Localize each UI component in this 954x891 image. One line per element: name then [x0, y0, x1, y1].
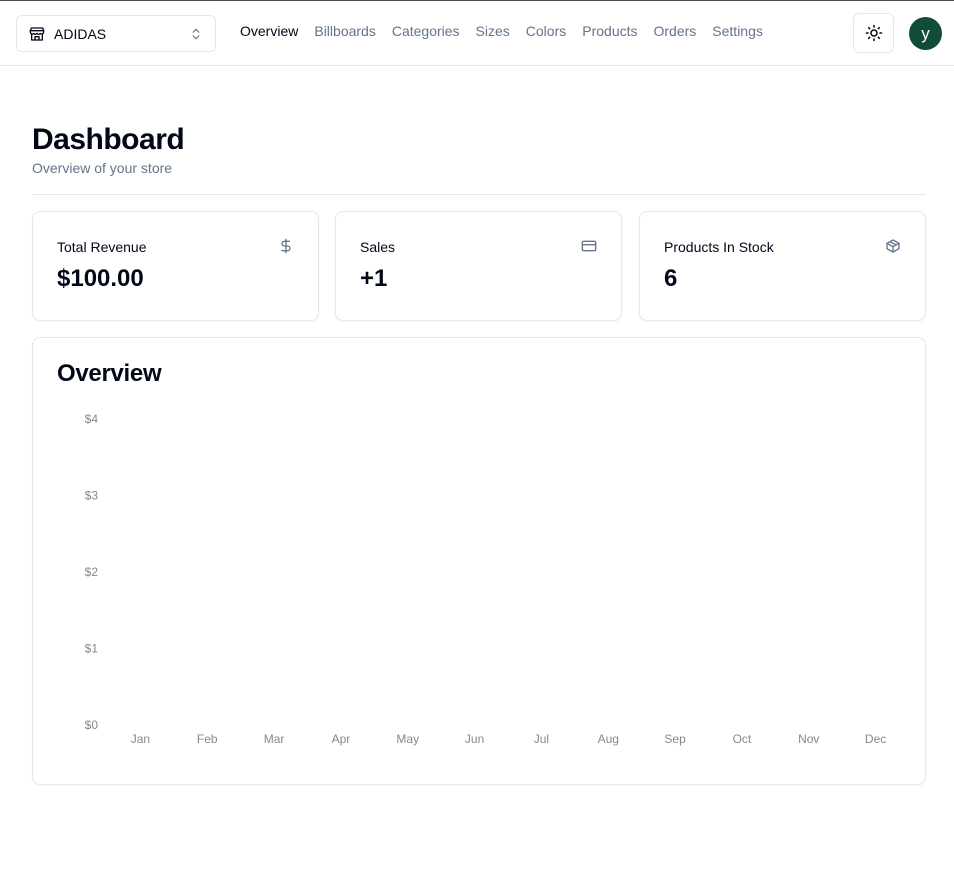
page-subtitle: Overview of your store — [32, 160, 173, 176]
stat-card-total-revenue: Total Revenue $100.00 — [32, 211, 319, 321]
x-axis-tick-label: Feb — [197, 732, 218, 746]
stat-value: +1 — [360, 265, 388, 292]
chevrons-up-down-icon — [189, 27, 203, 41]
x-axis-tick-label: May — [396, 732, 419, 746]
x-axis-tick-label: Oct — [733, 732, 752, 746]
stat-title: Products In Stock — [664, 239, 774, 255]
page-heading: Dashboard Overview of your store — [32, 122, 185, 176]
package-icon — [885, 238, 901, 254]
store-switcher[interactable]: ADIDAS — [16, 15, 216, 52]
stat-value: 6 — [664, 265, 678, 292]
stat-title: Total Revenue — [57, 239, 147, 255]
stat-card-products-in-stock: Products In Stock 6 — [639, 211, 926, 321]
x-axis-tick-label: Jan — [131, 732, 150, 746]
nav-link-colors[interactable]: Colors — [526, 23, 566, 39]
y-axis-tick-label: $3 — [85, 489, 99, 503]
stat-card-sales: Sales +1 — [335, 211, 622, 321]
dollar-sign-icon — [278, 238, 294, 254]
stat-value: $100.00 — [57, 265, 144, 292]
store-icon — [29, 26, 45, 42]
x-axis-tick-label: Nov — [798, 732, 819, 746]
x-axis-tick-label: Mar — [264, 732, 285, 746]
x-axis-tick-label: Jun — [465, 732, 484, 746]
user-avatar[interactable]: y — [909, 17, 942, 50]
y-axis-tick-label: $0 — [85, 718, 99, 732]
x-axis-tick-label: Dec — [865, 732, 886, 746]
sun-icon — [865, 24, 882, 42]
y-axis-tick-label: $2 — [85, 565, 99, 579]
theme-toggle-button[interactable] — [853, 13, 894, 53]
x-axis-tick-label: Apr — [332, 732, 351, 746]
nav-link-categories[interactable]: Categories — [392, 23, 460, 39]
main-nav: Overview Billboards Categories Sizes Col… — [240, 23, 779, 39]
credit-card-icon — [581, 238, 597, 254]
x-axis-tick-label: Aug — [598, 732, 619, 746]
heading-separator — [32, 194, 926, 195]
overview-bar-chart: $0 $1 $2 $3 $4 Jan Feb Mar Apr May Jun Jul Aug Sep Oct… — [85, 412, 887, 746]
x-axis-tick-label: Jul — [534, 732, 549, 746]
stat-title: Sales — [360, 239, 396, 255]
nav-link-settings[interactable]: Settings — [712, 23, 763, 39]
store-name: ADIDAS — [54, 25, 107, 42]
nav-link-products[interactable]: Products — [582, 23, 637, 39]
nav-link-orders[interactable]: Orders — [654, 23, 697, 39]
page-title: Dashboard — [32, 123, 185, 156]
nav-link-overview[interactable]: Overview — [240, 23, 298, 39]
top-navbar: ADIDAS Overview Billboards Categories Si… — [0, 1, 954, 66]
x-axis-tick-label: Sep — [664, 732, 686, 746]
nav-link-billboards[interactable]: Billboards — [314, 23, 375, 39]
nav-link-sizes[interactable]: Sizes — [476, 23, 510, 39]
y-axis-tick-label: $4 — [85, 412, 99, 426]
overview-chart-card: Overview $0 $1 $2 $3 $4 Jan Feb Mar Apr May Jun Jul… — [32, 337, 926, 785]
y-axis-tick-label: $1 — [85, 642, 99, 656]
